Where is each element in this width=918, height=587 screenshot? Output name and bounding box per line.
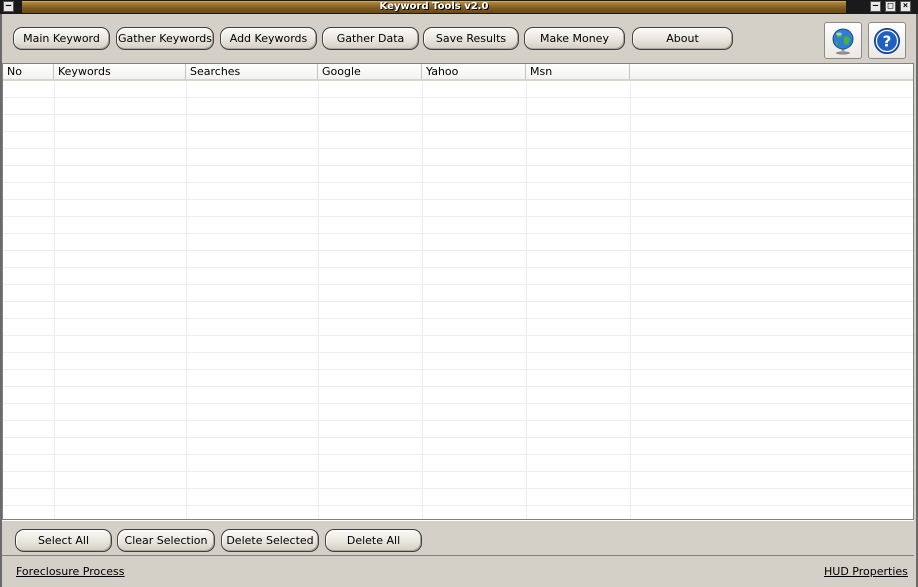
system-menu-icon[interactable]: –	[3, 1, 14, 12]
footer-bar: Foreclosure Process HUD Properties	[2, 556, 914, 587]
about-button[interactable]: About	[632, 27, 733, 50]
gather-keywords-button[interactable]: Gather Keywords	[116, 27, 214, 50]
save-results-button[interactable]: Save Results	[423, 27, 519, 50]
column-header-google[interactable]: Google	[318, 64, 422, 81]
globe-icon	[832, 28, 854, 55]
toolbar: Main Keyword Gather Keywords Add Keyword…	[0, 14, 918, 64]
make-money-button[interactable]: Make Money	[524, 27, 625, 50]
select-all-button[interactable]: Select All	[15, 529, 112, 552]
delete-all-button[interactable]: Delete All	[325, 529, 422, 552]
column-divider	[186, 81, 187, 519]
foreclosure-process-link[interactable]: Foreclosure Process	[16, 565, 125, 578]
column-header-searches[interactable]: Searches	[186, 64, 318, 81]
maximize-button[interactable]: □	[885, 1, 896, 12]
table-body[interactable]	[3, 81, 913, 519]
title-bar: – Keyword Tools v2.0 – □ ×	[0, 0, 918, 14]
help-icon: ?	[874, 28, 900, 54]
gather-data-button[interactable]: Gather Data	[322, 27, 419, 50]
column-header-keywords[interactable]: Keywords	[54, 64, 186, 81]
action-panel: Select All Clear Selection Delete Select…	[2, 520, 914, 556]
column-header-no[interactable]: No	[3, 64, 54, 81]
add-keywords-button[interactable]: Add Keywords	[220, 27, 317, 50]
help-button[interactable]: ?	[868, 22, 906, 59]
globe-button[interactable]	[824, 22, 862, 59]
column-divider	[422, 81, 423, 519]
close-button[interactable]: ×	[900, 1, 911, 12]
window-title: Keyword Tools v2.0	[379, 1, 489, 12]
title-strip[interactable]: Keyword Tools v2.0	[22, 1, 846, 13]
main-keyword-button[interactable]: Main Keyword	[13, 27, 110, 50]
keyword-table[interactable]: No Keywords Searches Google Yahoo Msn	[2, 63, 914, 520]
column-header-yahoo[interactable]: Yahoo	[422, 64, 526, 81]
delete-selected-button[interactable]: Delete Selected	[221, 529, 319, 552]
column-header-filler	[630, 64, 913, 81]
hud-properties-link[interactable]: HUD Properties	[824, 565, 908, 578]
clear-selection-button[interactable]: Clear Selection	[117, 529, 215, 552]
minimize-button[interactable]: –	[870, 1, 881, 12]
table-header: No Keywords Searches Google Yahoo Msn	[3, 64, 913, 81]
column-divider	[54, 81, 55, 519]
column-divider	[630, 81, 631, 519]
column-header-msn[interactable]: Msn	[526, 64, 630, 81]
column-divider	[318, 81, 319, 519]
column-divider	[526, 81, 527, 519]
svg-text:?: ?	[883, 33, 892, 51]
